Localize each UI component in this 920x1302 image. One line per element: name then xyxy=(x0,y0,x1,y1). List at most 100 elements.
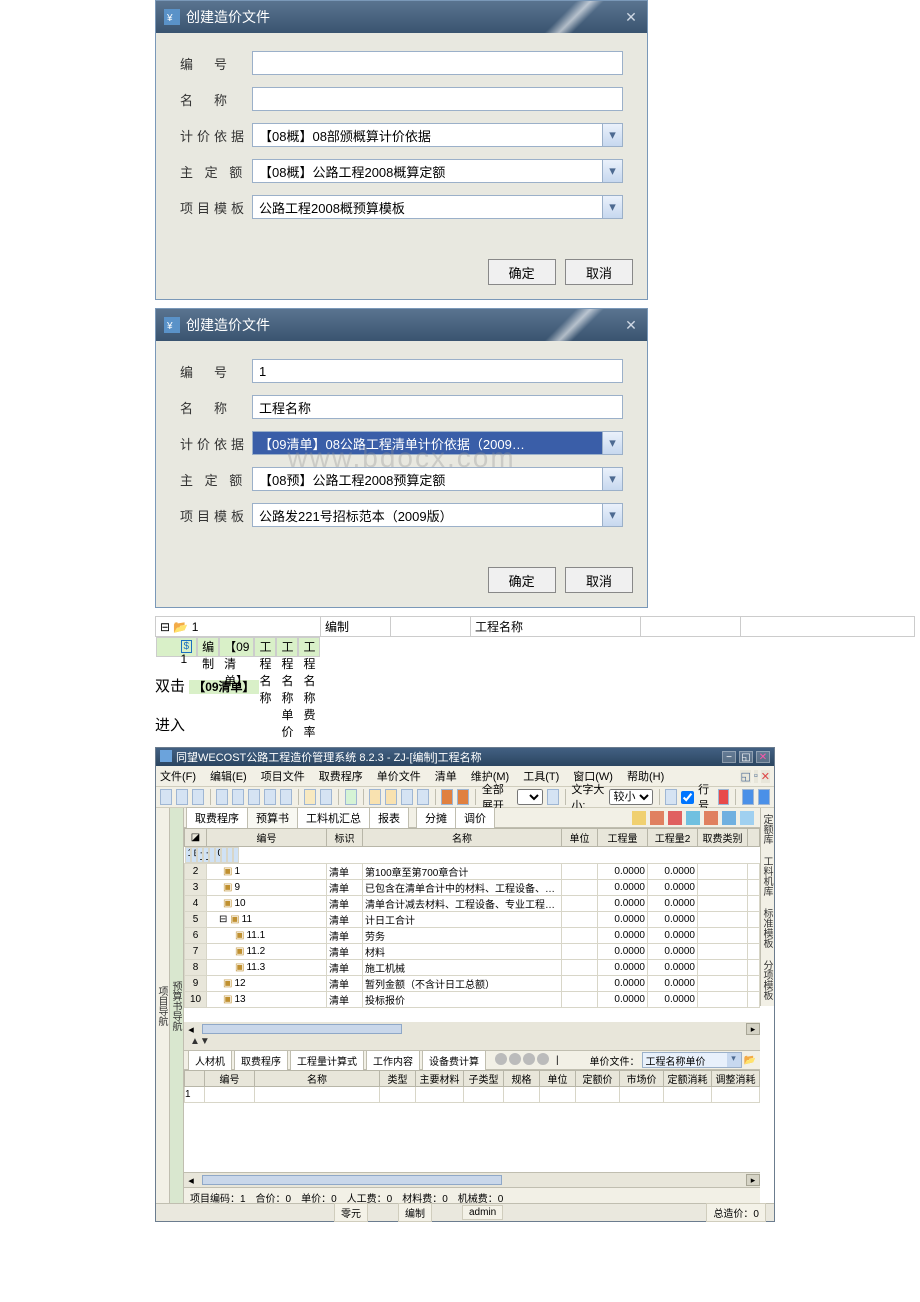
tree-row[interactable]: ⊟ 📂 1 编制 工程名称 xyxy=(156,617,915,637)
number-input[interactable] xyxy=(252,359,623,383)
grid-row[interactable]: 5⊟ ▣11清单计日工合计0.00000.0000 xyxy=(185,912,760,928)
grid-row[interactable]: 6▣11.1清单劳务0.00000.0000 xyxy=(185,928,760,944)
tb-paste-icon[interactable] xyxy=(248,789,260,805)
st-filter-icon[interactable] xyxy=(722,811,736,825)
close-icon[interactable]: ✕ xyxy=(756,751,770,763)
h-scrollbar-lower[interactable]: ◂ ▸ xyxy=(184,1173,760,1187)
ok-button[interactable]: 确定 xyxy=(488,259,556,285)
basis-select[interactable]: 【09清单】08公路工程清单计价依据（2009…▾ xyxy=(252,431,623,455)
st-icon5[interactable] xyxy=(704,811,718,825)
st-clear-icon[interactable] xyxy=(740,811,754,825)
menu-edit[interactable]: 编辑(E) xyxy=(210,768,247,784)
col-feecat[interactable]: 取费类别 xyxy=(698,829,748,847)
dot-icon[interactable] xyxy=(537,1053,549,1065)
close-icon[interactable]: ✕ xyxy=(621,315,641,335)
vtab-budget-nav[interactable]: 预算书导航 xyxy=(170,808,184,1203)
tb-expand-icon[interactable] xyxy=(547,789,559,805)
template-select[interactable]: 公路发221号招标范本（2009版）▾ xyxy=(252,503,623,527)
ltab-qty[interactable]: 工程量计算式 xyxy=(290,1050,364,1071)
col-qty1[interactable]: 工程量 xyxy=(598,829,648,847)
grid-row[interactable]: 9▣12清单暂列金额（不含计日工总额）0.00000.0000 xyxy=(185,976,760,992)
main-quota-select[interactable]: 【08概】公路工程2008概算定额▾ xyxy=(252,159,623,183)
tb-list-icon[interactable] xyxy=(320,789,332,805)
menu-fee[interactable]: 取费程序 xyxy=(319,768,363,784)
tab-budget[interactable]: 预算书 xyxy=(247,807,298,829)
cancel-button[interactable]: 取消 xyxy=(565,567,633,593)
grid-row[interactable]: 2▣1清单第100章至第700章合计0.00000.0000 xyxy=(185,864,760,880)
vtab-std-tmpl[interactable]: 标准模板 xyxy=(760,902,774,954)
tb-lock-icon[interactable] xyxy=(441,789,453,805)
lcol-no[interactable]: 编号 xyxy=(205,1071,255,1087)
expand-select[interactable] xyxy=(517,789,543,805)
lower-grid-row[interactable]: 1 xyxy=(185,1087,760,1103)
unitprice-file-select[interactable]: 工程名称单价▾ xyxy=(642,1052,742,1068)
scroll-thumb[interactable] xyxy=(202,1024,402,1034)
col-no[interactable]: 编号 xyxy=(207,829,327,847)
tab-adjust[interactable]: 调价 xyxy=(455,807,495,829)
tb-save-icon[interactable] xyxy=(176,789,188,805)
name-input[interactable] xyxy=(252,395,623,419)
menu-tool[interactable]: 工具(T) xyxy=(523,768,559,784)
st-icon4[interactable] xyxy=(686,811,700,825)
ltab-dev[interactable]: 设备费计算 xyxy=(422,1050,486,1071)
dot-icon[interactable] xyxy=(495,1053,507,1065)
col-unit[interactable]: 单位 xyxy=(562,829,598,847)
dot-icon[interactable] xyxy=(523,1053,535,1065)
lcol-subtype[interactable]: 子类型 xyxy=(464,1071,504,1087)
close-icon[interactable]: ✕ xyxy=(621,7,641,27)
ltab-work[interactable]: 工作内容 xyxy=(366,1050,420,1071)
grid-row[interactable]: 8▣11.3清单施工机械0.00000.0000 xyxy=(185,960,760,976)
tb-undo-icon[interactable] xyxy=(264,789,276,805)
grid-row[interactable]: 10▣13清单投标报价0.00000.0000 xyxy=(185,992,760,1008)
tb-grid-icon[interactable] xyxy=(665,789,677,805)
open-folder-icon[interactable]: 📂 xyxy=(744,1055,756,1066)
st-icon3[interactable] xyxy=(668,811,682,825)
st-icon1[interactable] xyxy=(632,811,646,825)
tb-calc-icon[interactable] xyxy=(304,789,316,805)
scroll-left-icon[interactable]: ◂ xyxy=(184,1174,198,1187)
scroll-right-icon[interactable]: ▸ xyxy=(746,1174,760,1186)
vtab-material-lib[interactable]: 工料机库 xyxy=(760,850,774,902)
menu-unitprice[interactable]: 单价文件 xyxy=(377,768,421,784)
minimize-icon[interactable]: − xyxy=(722,751,736,763)
ok-button[interactable]: 确定 xyxy=(488,567,556,593)
menu-project[interactable]: 项目文件 xyxy=(261,768,305,784)
tb-open-icon[interactable] xyxy=(160,789,172,805)
main-grid[interactable]: ◪ 编号 标识 名称 单位 工程量 工程量2 取费类别 1⊟ ▣1工程工程名称0… xyxy=(184,828,760,1008)
h-scrollbar[interactable]: ◂ ▸ xyxy=(184,1022,760,1036)
number-input[interactable] xyxy=(252,51,623,75)
lcol-type[interactable]: 类型 xyxy=(380,1071,416,1087)
scroll-right-icon[interactable]: ▸ xyxy=(746,1023,760,1035)
lcol-dprice[interactable]: 定额价 xyxy=(576,1071,620,1087)
st-icon2[interactable] xyxy=(650,811,664,825)
lower-grid[interactable]: 编号 名称 类型 主要材料 子类型 规格 单位 定额价 市场价 定额消耗 调整消… xyxy=(184,1070,760,1103)
basis-select[interactable]: 【08概】08部颁概算计价依据▾ xyxy=(252,123,623,147)
tb-cut-icon[interactable] xyxy=(216,789,228,805)
lcol-name[interactable]: 名称 xyxy=(255,1071,380,1087)
tab-report[interactable]: 报表 xyxy=(369,807,409,829)
template-select[interactable]: 公路工程2008概预算模板▾ xyxy=(252,195,623,219)
grid-row[interactable]: 7▣11.2清单材料0.00000.0000 xyxy=(185,944,760,960)
collapse-icon[interactable]: ⊟ xyxy=(160,620,170,634)
tb-red-icon[interactable] xyxy=(718,789,730,805)
mdi-restore-icon[interactable]: ◱ xyxy=(740,770,750,783)
tb-down-icon[interactable] xyxy=(385,789,397,805)
splitter-handle[interactable]: ▲▼ xyxy=(184,1036,760,1050)
tab-fee[interactable]: 取费程序 xyxy=(186,807,248,829)
dot-icon[interactable] xyxy=(509,1053,521,1065)
lcol-unit[interactable]: 单位 xyxy=(540,1071,576,1087)
lcol-mainmat[interactable]: 主要材料 xyxy=(416,1071,464,1087)
col-mark[interactable]: 标识 xyxy=(327,829,363,847)
tb-print-icon[interactable] xyxy=(192,789,204,805)
tb-left-icon[interactable] xyxy=(401,789,413,805)
vtab-sub-tmpl[interactable]: 分项模板 xyxy=(760,954,774,1006)
menu-file[interactable]: 文件(F) xyxy=(160,768,196,784)
name-input[interactable] xyxy=(252,87,623,111)
tb-copy-icon[interactable] xyxy=(232,789,244,805)
ltab-fee[interactable]: 取费程序 xyxy=(234,1050,288,1071)
cancel-button[interactable]: 取消 xyxy=(565,259,633,285)
ltab-rcj[interactable]: 人材机 xyxy=(188,1050,232,1071)
col-qty2[interactable]: 工程量2 xyxy=(648,829,698,847)
tb-redo-icon[interactable] xyxy=(280,789,292,805)
tb-blue1-icon[interactable] xyxy=(742,789,754,805)
